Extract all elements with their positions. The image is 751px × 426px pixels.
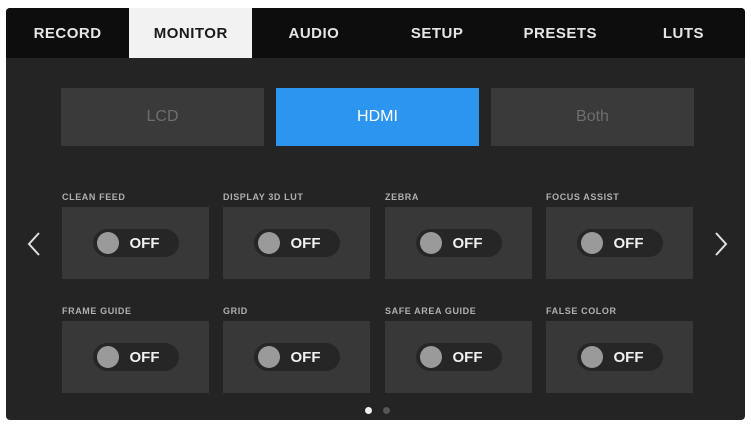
toggle-knob [580, 346, 603, 368]
toggle-knob [257, 346, 280, 368]
chevron-right-icon[interactable] [709, 226, 733, 262]
grid-toggle[interactable]: OFF [253, 343, 340, 371]
tab-audio[interactable]: AUDIO [252, 8, 375, 58]
display-3d-lut-card: OFF [223, 207, 370, 279]
frame-guide-card: OFF [62, 321, 209, 393]
safe-area-guide-label: SAFE AREA GUIDE [385, 306, 477, 316]
monitor-settings-screen: RECORD MONITOR AUDIO SETUP PRESETS LUTS … [6, 8, 745, 420]
toggle-value: OFF [452, 235, 483, 252]
zebra-label: ZEBRA [385, 192, 419, 202]
tab-presets[interactable]: PRESETS [499, 8, 622, 58]
false-color-label: FALSE COLOR [546, 306, 617, 316]
toggle-knob [96, 346, 119, 368]
grid-card: OFF [223, 321, 370, 393]
chevron-left-icon[interactable] [22, 226, 46, 262]
page-dot-active[interactable] [365, 407, 372, 414]
tab-bar: RECORD MONITOR AUDIO SETUP PRESETS LUTS [6, 8, 745, 58]
focus-assist-card: OFF [546, 207, 693, 279]
safe-area-guide-card: OFF [385, 321, 532, 393]
tab-setup[interactable]: SETUP [376, 8, 499, 58]
toggle-knob [580, 232, 603, 254]
output-both-button[interactable]: Both [491, 88, 694, 146]
tab-monitor[interactable]: MONITOR [129, 8, 253, 58]
toggle-value: OFF [452, 349, 483, 366]
toggle-value: OFF [129, 235, 160, 252]
display-3d-lut-label: DISPLAY 3D LUT [223, 192, 304, 202]
frame-guide-toggle[interactable]: OFF [92, 343, 179, 371]
toggle-value: OFF [613, 235, 644, 252]
display-3d-lut-toggle[interactable]: OFF [253, 229, 340, 257]
focus-assist-label: FOCUS ASSIST [546, 192, 620, 202]
false-color-card: OFF [546, 321, 693, 393]
toggle-knob [419, 232, 442, 254]
toggle-value: OFF [613, 349, 644, 366]
frame-guide-label: FRAME GUIDE [62, 306, 132, 316]
zebra-toggle[interactable]: OFF [415, 229, 502, 257]
clean-feed-label: CLEAN FEED [62, 192, 126, 202]
toggle-knob [419, 346, 442, 368]
toggle-value: OFF [290, 349, 321, 366]
output-lcd-button[interactable]: LCD [61, 88, 264, 146]
toggle-knob [257, 232, 280, 254]
false-color-toggle[interactable]: OFF [576, 343, 663, 371]
page-dot[interactable] [383, 407, 390, 414]
safe-area-guide-toggle[interactable]: OFF [415, 343, 502, 371]
clean-feed-toggle[interactable]: OFF [92, 229, 179, 257]
toggle-value: OFF [290, 235, 321, 252]
tab-luts[interactable]: LUTS [622, 8, 745, 58]
clean-feed-card: OFF [62, 207, 209, 279]
grid-label: GRID [223, 306, 248, 316]
toggle-value: OFF [129, 349, 160, 366]
toggle-knob [96, 232, 119, 254]
output-hdmi-button[interactable]: HDMI [276, 88, 479, 146]
tab-record[interactable]: RECORD [6, 8, 129, 58]
focus-assist-toggle[interactable]: OFF [576, 229, 663, 257]
zebra-card: OFF [385, 207, 532, 279]
